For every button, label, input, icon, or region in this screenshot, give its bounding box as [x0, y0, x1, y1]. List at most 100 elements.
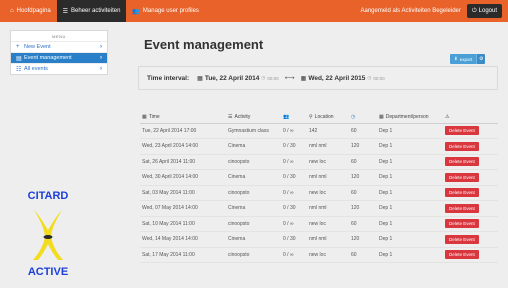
cell-time: Sat, 10 May 2014 11:00	[140, 216, 226, 232]
page-title: Event management	[144, 37, 264, 52]
interval-start-time[interactable]: 00:00	[267, 76, 278, 81]
cell-location: new loc	[307, 154, 349, 170]
cell-department: Dep 1	[377, 247, 443, 263]
list-icon: ☰	[228, 114, 233, 121]
sidebar-item-all-events[interactable]: ☷ All events ›	[11, 63, 107, 74]
logo-bottom-text: ACTIVE	[27, 266, 69, 278]
power-icon: ⏻	[471, 7, 477, 14]
col-duration[interactable]: ◷	[349, 112, 377, 124]
logo-top-text: CITARD	[27, 190, 69, 202]
col-warning: ⚠	[443, 112, 498, 124]
map-marker-icon: ⚲	[309, 114, 313, 121]
cell-location: nml nml	[307, 169, 349, 186]
cell-duration: 60	[349, 247, 377, 263]
delete-event-button[interactable]: Delete Event	[445, 172, 479, 182]
col-department-label: Department/person	[385, 114, 429, 121]
sidebar-item-label: New Event	[24, 44, 51, 50]
table-row: Sat, 17 May 2014 11:00 cinoopsto 0 / ∞ n…	[140, 247, 498, 263]
citard-active-logo: CITARD ACTIVE	[20, 190, 76, 282]
cell-actions: Delete Event	[443, 138, 498, 155]
logout-label: Logout	[478, 8, 497, 14]
cell-actions: Delete Event	[443, 247, 498, 263]
top-nav: ⌂ Hoofdpagina ☰ Beheer activiteiten 👥 Ma…	[0, 0, 205, 22]
events-table-body: Tue, 22 April 2014 17:00 Gymnastium clas…	[140, 123, 498, 263]
events-table: ▦ Time ☰ Activity 👥 ⚲ Location ◷ ▦ Departmen…	[140, 112, 498, 263]
cell-actions: Delete Event	[443, 123, 498, 139]
delete-event-button[interactable]: Delete Event	[445, 219, 479, 229]
cell-time: Wed, 30 April 2014 14:00	[140, 169, 226, 186]
col-location[interactable]: ⚲ Location	[307, 112, 349, 124]
sidebar-item-new-event[interactable]: + New Event ›	[11, 41, 107, 52]
cell-time: Sat, 26 April 2014 11:00	[140, 154, 226, 170]
col-time-label: Time	[148, 114, 160, 121]
user-info: Aangemeld als Activiteiten Begeleider	[360, 8, 461, 14]
nav-home[interactable]: ⌂ Hoofdpagina	[4, 0, 57, 22]
logout-button[interactable]: ⏻ Logout	[466, 4, 502, 18]
chevron-right-icon: ›	[100, 44, 102, 50]
cell-participants: 0 / ∞	[281, 185, 307, 201]
cell-location: nml nml	[307, 138, 349, 155]
cell-duration: 60	[349, 216, 377, 232]
cell-participants: 0 / 30	[281, 138, 307, 155]
calendar-icon: ▦	[300, 75, 307, 82]
warning-icon: ⚠	[445, 114, 450, 121]
delete-event-button[interactable]: Delete Event	[445, 157, 479, 167]
calendar-icon: ▦	[142, 114, 147, 121]
cell-activity: cinoopsto	[226, 247, 281, 263]
cell-time: Tue, 22 April 2014 17:00	[140, 123, 226, 139]
logo-figure-icon	[33, 210, 63, 260]
cell-participants: 0 / ∞	[281, 154, 307, 170]
gear-icon: ⚙	[479, 56, 484, 62]
nav-manage-activities[interactable]: ☰ Beheer activiteiten	[56, 0, 127, 22]
table-row: Wed, 23 April 2014 14:00 Cinema 0 / 30 n…	[140, 138, 498, 155]
home-icon: ⌂	[10, 8, 14, 14]
cell-department: Dep 1	[377, 200, 443, 217]
cell-activity: Cinema	[226, 169, 281, 186]
export-button-group: ⬇ export ⚙	[450, 54, 486, 64]
cell-duration: 60	[349, 154, 377, 170]
table-row: Wed, 30 April 2014 14:00 Cinema 0 / 30 n…	[140, 169, 498, 186]
clock-icon: ◷	[351, 114, 356, 121]
sidebar-item-event-management[interactable]: ▤ Event management ›	[11, 52, 107, 63]
table-row: Wed, 07 May 2014 14:00 Cinema 0 / 30 nml…	[140, 200, 498, 217]
export-settings-button[interactable]: ⚙	[476, 54, 486, 64]
interval-end-date[interactable]: Wed, 22 April 2015	[308, 75, 365, 82]
cell-department: Dep 1	[377, 154, 443, 170]
interval-start-date[interactable]: Tue, 22 April 2014	[205, 75, 260, 82]
interval-end-time[interactable]: 00:00	[373, 76, 384, 81]
sidebar-item-label: All events	[24, 66, 48, 72]
nav-manage-users[interactable]: 👥 Manage user profiles	[126, 0, 205, 22]
export-button[interactable]: ⬇ export	[450, 54, 477, 64]
delete-event-button[interactable]: Delete Event	[445, 141, 479, 151]
col-department[interactable]: ▦ Department/person	[377, 112, 443, 124]
arrow-both-icon: ⟷	[284, 75, 295, 82]
cell-activity: cinoopsto	[226, 185, 281, 201]
delete-event-button[interactable]: Delete Event	[445, 188, 479, 198]
cell-activity: Gymnastium class	[226, 123, 281, 139]
sidebar-item-label: Event management	[24, 55, 72, 61]
col-participants[interactable]: 👥	[281, 112, 307, 124]
col-activity[interactable]: ☰ Activity	[226, 112, 281, 124]
cell-time: Sat, 17 May 2014 11:00	[140, 247, 226, 263]
delete-event-button[interactable]: Delete Event	[445, 126, 479, 136]
cell-duration: 120	[349, 231, 377, 248]
table-row: Sat, 26 April 2014 11:00 cinoopsto 0 / ∞…	[140, 154, 498, 170]
delete-event-button[interactable]: Delete Event	[445, 234, 479, 244]
cell-actions: Delete Event	[443, 169, 498, 186]
time-interval-label: Time interval:	[147, 74, 190, 82]
sidebar-menu: MENU + New Event › ▤ Event management › …	[10, 30, 108, 75]
col-time[interactable]: ▦ Time	[140, 112, 226, 124]
cell-actions: Delete Event	[443, 216, 498, 232]
cell-time: Wed, 14 May 2014 14:00	[140, 231, 226, 248]
cell-location: new loc	[307, 247, 349, 263]
cell-activity: Cinema	[226, 200, 281, 217]
cell-department: Dep 1	[377, 185, 443, 201]
delete-event-button[interactable]: Delete Event	[445, 203, 479, 213]
calendar-icon: ▤	[16, 55, 22, 62]
cell-participants: 0 / 30	[281, 200, 307, 217]
delete-event-button[interactable]: Delete Event	[445, 250, 479, 260]
top-right: Aangemeld als Activiteiten Begeleider ⏻ …	[360, 0, 508, 22]
download-icon: ⬇	[454, 56, 458, 61]
cell-time: Wed, 07 May 2014 14:00	[140, 200, 226, 217]
time-interval-panel: Time interval: ▦ Tue, 22 April 2014 ◷ 00…	[138, 66, 498, 90]
